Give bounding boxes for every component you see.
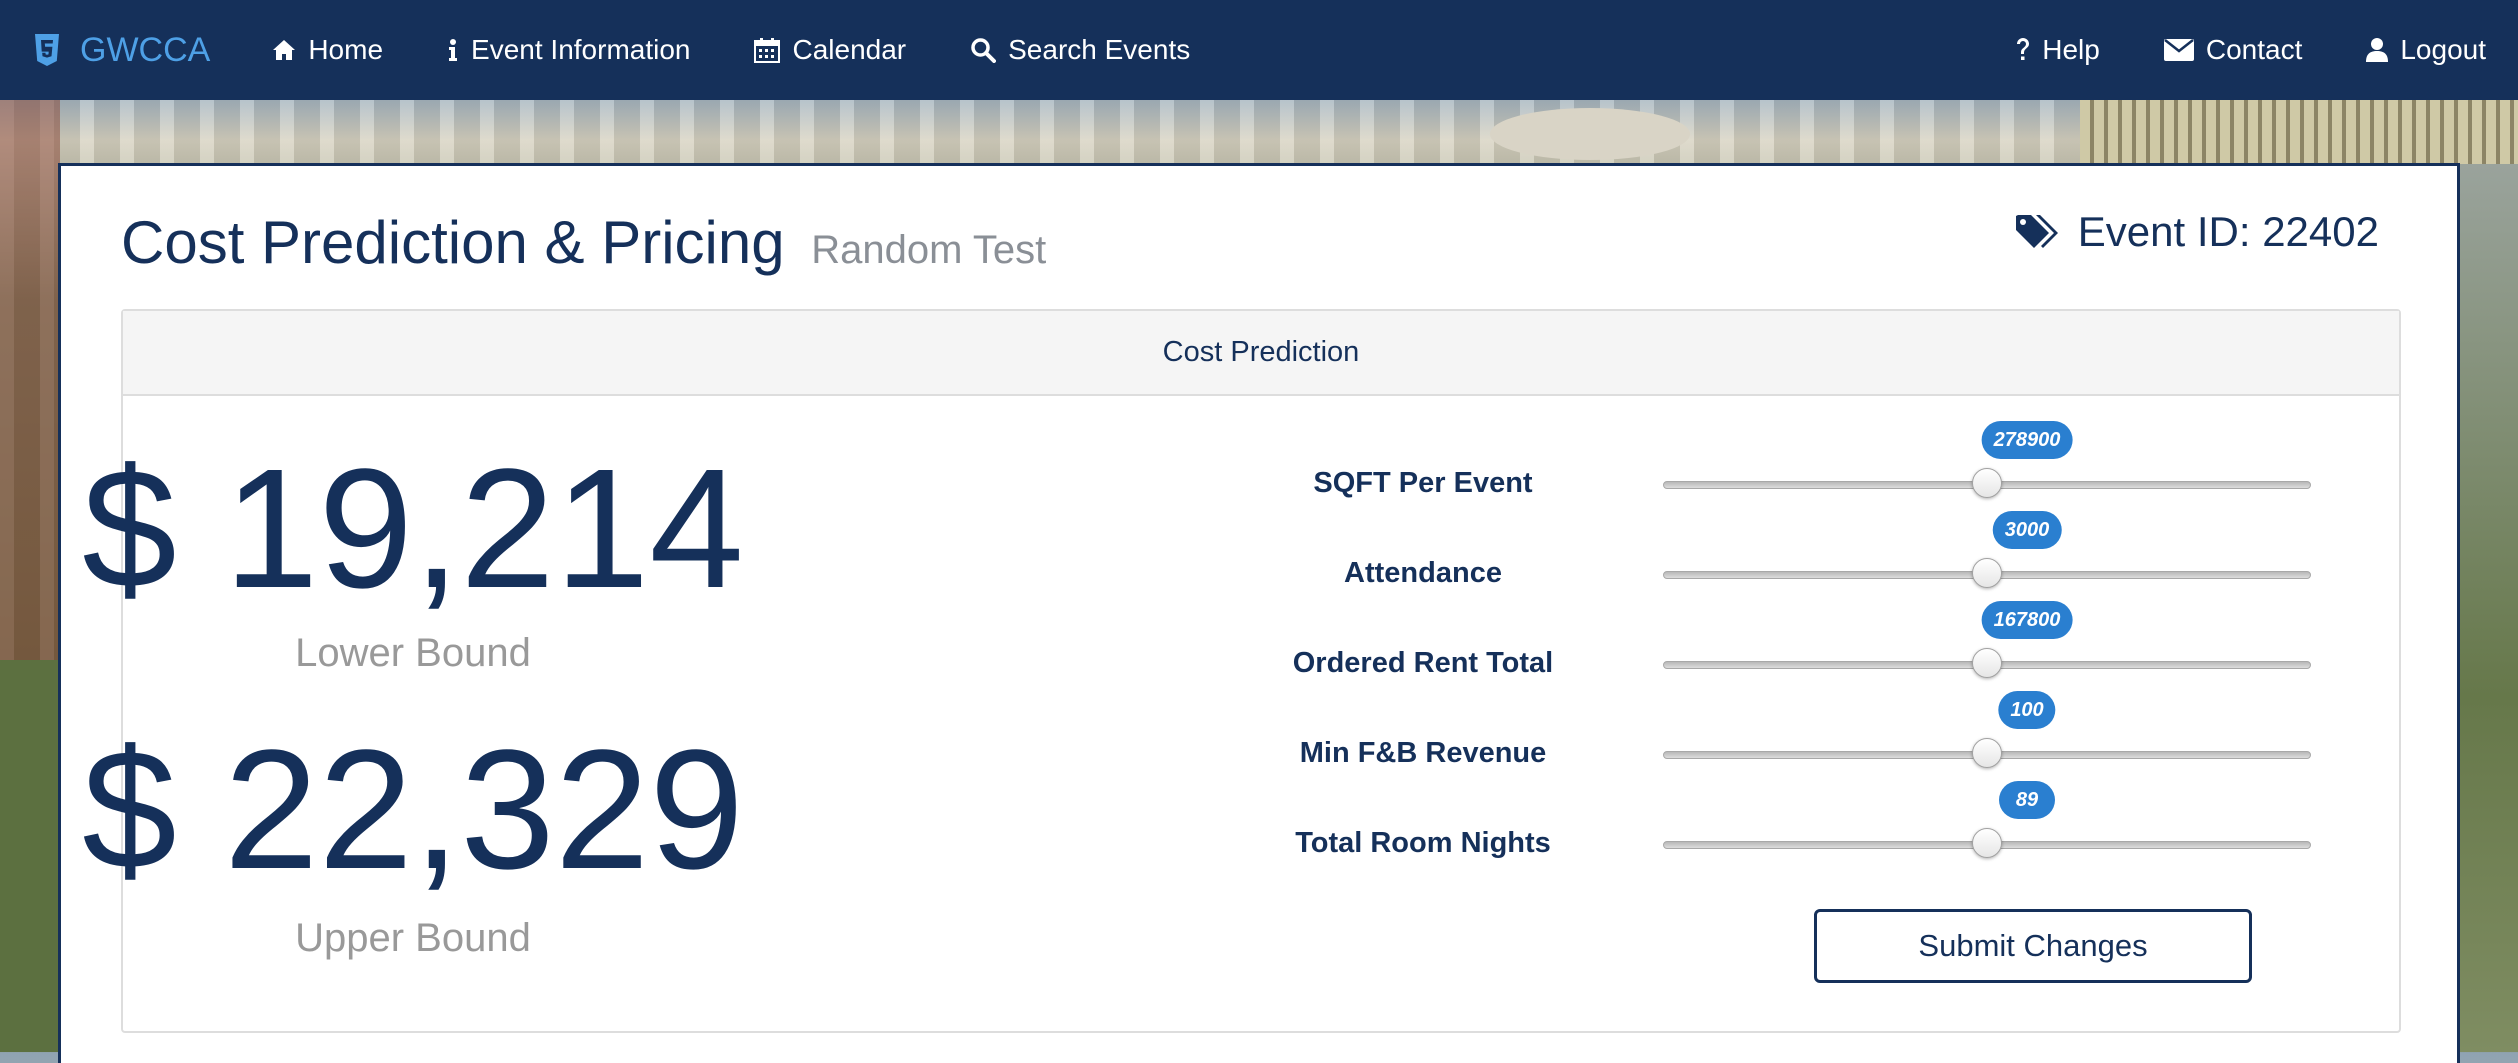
tags-icon — [2015, 215, 2058, 248]
nav-event-information-label: Event Information — [471, 34, 691, 65]
slider-row-min-fb: Min F&B Revenue 100 — [1263, 691, 2403, 789]
slider-handle[interactable] — [1972, 828, 2002, 858]
nav-home[interactable]: Home — [240, 0, 415, 100]
slider-handle[interactable] — [1972, 738, 2002, 768]
envelope-icon — [2163, 39, 2194, 61]
slider-value-tooltip: 167800 — [1981, 601, 2073, 639]
slider-label: Total Room Nights — [1295, 827, 1551, 859]
nav-contact-label: Contact — [2205, 34, 2303, 65]
nav-logout[interactable]: Logout — [2334, 0, 2518, 100]
slider-value-tooltip: 278900 — [1981, 421, 2073, 459]
nav-search-events-label: Search Events — [1008, 34, 1191, 65]
slider-value-tooltip: 100 — [1998, 691, 2056, 729]
event-id: Event ID: 22402 — [2015, 208, 2379, 256]
slider-label: SQFT Per Event — [1313, 467, 1533, 499]
nav-search-events[interactable]: Search Events — [938, 0, 1222, 100]
slider-row-sqft: SQFT Per Event 278900 — [1263, 421, 2403, 519]
slider-label: Ordered Rent Total — [1292, 647, 1554, 679]
nav-home-label: Home — [308, 34, 384, 65]
nav-logout-label: Logout — [2400, 34, 2486, 65]
info-icon — [449, 39, 458, 61]
upper-bound-label: Upper Bound — [295, 916, 531, 960]
sliders-section: SQFT Per Event 278900 Attendance 3000 Or… — [1263, 394, 2403, 1014]
slider-value-tooltip: 89 — [1999, 781, 2055, 819]
slider-row-ordered-rent: Ordered Rent Total 167800 — [1263, 601, 2403, 699]
lower-bound-label: Lower Bound — [295, 631, 531, 675]
page-title: Cost Prediction & Pricing Random Test — [121, 208, 1046, 277]
nav-help-label: Help — [2042, 34, 2100, 65]
brand-label: GWCCA — [80, 30, 211, 69]
nav-help[interactable]: Help — [1984, 0, 2132, 100]
search-icon — [971, 38, 997, 63]
slider-value-tooltip: 3000 — [1992, 511, 2062, 549]
slider-row-attendance: Attendance 3000 — [1263, 511, 2403, 609]
user-icon — [2366, 38, 2389, 62]
brand[interactable]: GWCCA — [34, 31, 210, 70]
lower-bound-value: $ 19,214 — [82, 434, 744, 624]
panel-heading: Cost Prediction — [123, 311, 2399, 396]
nav-calendar[interactable]: Calendar — [722, 0, 938, 100]
question-icon — [2017, 38, 2030, 60]
bounds-section: $ 19,214 Lower Bound $ 22,329 Upper Boun… — [82, 394, 1263, 1014]
page-title-text: Cost Prediction & Pricing — [121, 209, 785, 276]
nav-contact[interactable]: Contact — [2132, 0, 2335, 100]
slider-label: Attendance — [1344, 557, 1502, 589]
calendar-icon — [754, 38, 781, 63]
main-card: Cost Prediction & Pricing Random Test Ev… — [58, 163, 2460, 1063]
nav-calendar-label: Calendar — [792, 34, 907, 65]
navbar: GWCCA Home Event Information Calendar Se… — [0, 0, 2518, 100]
page-subtitle: Random Test — [811, 228, 1047, 272]
slider-label: Min F&B Revenue — [1299, 737, 1547, 769]
slider-row-room-nights: Total Room Nights 89 — [1263, 781, 2403, 879]
home-icon — [273, 40, 296, 60]
event-id-label: Event ID: 22402 — [2077, 208, 2379, 255]
cost-prediction-panel: Cost Prediction $ 19,214 Lower Bound $ 2… — [82, 309, 2403, 1033]
slider-handle[interactable] — [1972, 468, 2002, 498]
html5-icon — [35, 34, 59, 66]
slider-handle[interactable] — [1972, 558, 2002, 588]
slider-handle[interactable] — [1972, 648, 2002, 678]
nav-event-information[interactable]: Event Information — [415, 0, 722, 100]
submit-changes-button[interactable]: Submit Changes — [1814, 909, 2252, 983]
upper-bound-value: $ 22,329 — [82, 715, 744, 905]
